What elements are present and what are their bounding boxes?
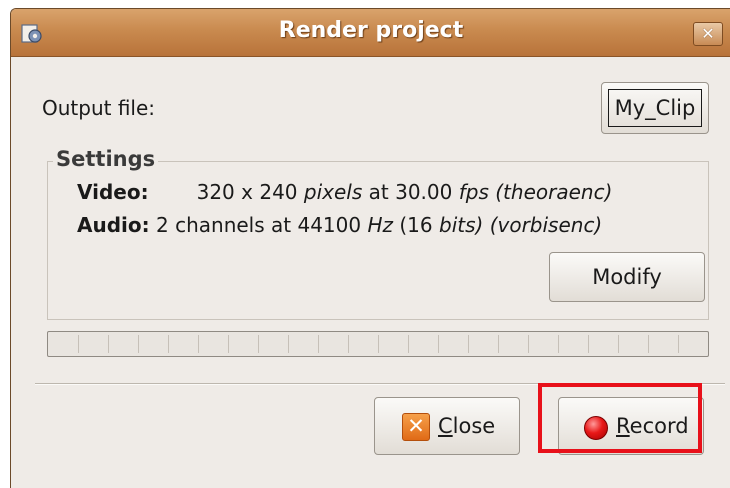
progress-segment-tick <box>498 335 499 353</box>
progress-segment-tick <box>678 335 679 353</box>
progress-segment-tick <box>288 335 289 353</box>
audio-codec: (vorbisenc) <box>489 213 603 237</box>
modify-button[interactable]: Modify <box>549 252 705 302</box>
progress-segment-tick <box>438 335 439 353</box>
audio-settings-row: Audio: 2 channels at 44100 Hz (16 bits) … <box>77 213 602 237</box>
output-file-button[interactable]: My_Clip <box>601 82 709 134</box>
progress-segment-tick <box>348 335 349 353</box>
progress-segment-tick <box>318 335 319 353</box>
audio-unit-bits: bits) <box>439 213 484 237</box>
video-width: 320 <box>196 180 235 204</box>
audio-label: Audio: <box>77 213 150 237</box>
video-label: Video: <box>77 180 149 204</box>
audio-rate: 44100 <box>297 213 362 237</box>
output-file-label: Output file: <box>42 96 156 120</box>
progress-segment-tick <box>408 335 409 353</box>
close-x-icon: ✕ <box>402 413 430 441</box>
settings-legend: Settings <box>53 147 159 171</box>
progress-segment-tick <box>528 335 529 353</box>
audio-unit-hz: Hz <box>367 213 394 237</box>
video-fps-value: 30.00 <box>395 180 453 204</box>
video-unit-fps: fps <box>458 180 489 204</box>
video-at: at <box>368 180 389 204</box>
progress-segment-tick <box>228 335 229 353</box>
window-title: Render project <box>278 18 464 43</box>
window-close-icon[interactable]: ✕ <box>693 22 723 46</box>
progress-segment-tick <box>168 335 169 353</box>
progress-segment-tick <box>468 335 469 353</box>
video-unit-pixels: pixels <box>303 180 363 204</box>
audio-channels-word: channels <box>175 213 265 237</box>
audio-bits-open: (16 <box>399 213 433 237</box>
render-progress-bar <box>47 331 709 357</box>
progress-segment-tick <box>78 335 79 353</box>
video-settings-row: Video: 320 x 240 pixels at 30.00 fps (the… <box>77 180 612 204</box>
progress-segment-tick <box>558 335 559 353</box>
title-bar[interactable]: Render project ✕ <box>11 9 730 57</box>
progress-segment-tick <box>588 335 589 353</box>
progress-segment-tick <box>258 335 259 353</box>
close-button[interactable]: ✕ Close <box>374 397 520 455</box>
progress-segment-tick <box>378 335 379 353</box>
video-times: x <box>241 180 253 204</box>
audio-channels: 2 <box>156 213 169 237</box>
progress-segment-tick <box>138 335 139 353</box>
close-button-label: Close <box>438 414 496 438</box>
audio-at: at <box>271 213 292 237</box>
record-highlight-box <box>538 383 702 453</box>
video-codec: (theoraenc) <box>495 180 613 204</box>
progress-segment-tick <box>108 335 109 353</box>
progress-segment-tick <box>198 335 199 353</box>
video-height: 240 <box>259 180 298 204</box>
output-file-name: My_Clip <box>608 89 702 127</box>
progress-segment-tick <box>618 335 619 353</box>
progress-segment-tick <box>648 335 649 353</box>
